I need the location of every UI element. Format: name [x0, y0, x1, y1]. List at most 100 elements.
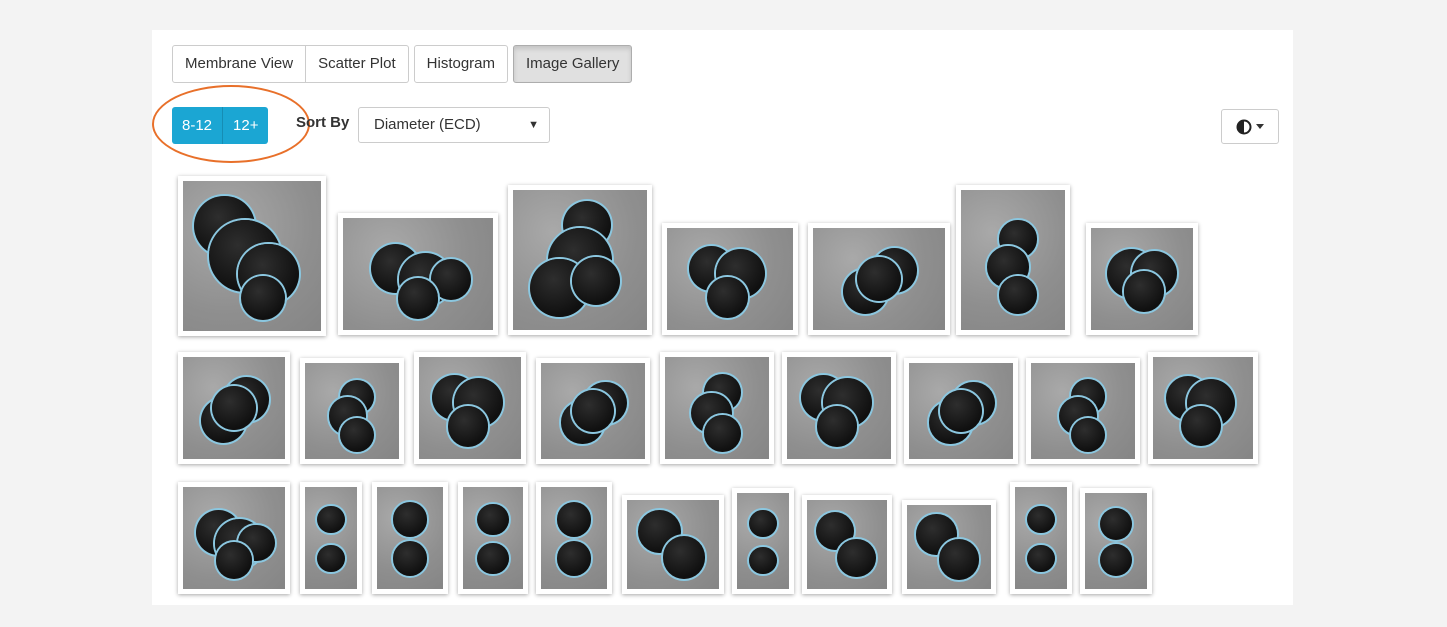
particle-blob [938, 539, 980, 580]
contrast-icon [1236, 119, 1252, 134]
particle-blob [477, 504, 509, 536]
particle-image [463, 487, 523, 589]
gallery-thumbnail[interactable] [338, 213, 498, 335]
caret-down-icon [1256, 124, 1264, 129]
particle-image [183, 357, 285, 459]
view-tab-group: Membrane View Scatter Plot [172, 45, 409, 83]
particle-image [737, 493, 789, 589]
size-filter-group: 8-12 12+ [172, 107, 269, 144]
gallery-thumbnail[interactable] [1010, 482, 1072, 594]
particle-image [907, 505, 991, 589]
particle-image [807, 500, 887, 589]
gallery-thumbnail[interactable] [178, 176, 326, 336]
particle-blob [749, 510, 777, 538]
gallery-thumbnail[interactable] [732, 488, 794, 594]
gallery-panel: Membrane View Scatter Plot Histogram Ima… [152, 30, 1293, 605]
gallery-thumbnail[interactable] [508, 185, 652, 335]
particle-blob [816, 405, 858, 447]
particle-image [419, 357, 521, 459]
gallery-thumbnail[interactable] [802, 495, 892, 594]
particle-blob [317, 544, 345, 572]
particle-blob [856, 256, 902, 302]
particle-blob [1099, 507, 1133, 540]
particle-image [377, 487, 443, 589]
particle-image [665, 357, 769, 459]
particle-image [305, 363, 399, 459]
particle-blob [662, 536, 706, 580]
particle-blob [749, 546, 777, 574]
particle-image [813, 228, 945, 330]
particle-image [1085, 493, 1147, 589]
gallery-thumbnail[interactable] [660, 352, 774, 464]
particle-blob [556, 502, 592, 537]
particle-image [513, 190, 647, 330]
gallery-thumbnail[interactable] [902, 500, 996, 594]
tab-image-gallery[interactable]: Image Gallery [513, 45, 633, 83]
tab-histogram[interactable]: Histogram [413, 45, 509, 83]
particle-blob [447, 405, 489, 447]
gallery-thumbnail[interactable] [178, 352, 290, 464]
particle-blob [1070, 417, 1106, 453]
gallery-thumbnail[interactable] [782, 352, 896, 464]
particle-image [1015, 487, 1067, 589]
gallery-thumbnail[interactable] [178, 482, 290, 594]
particle-blob [392, 502, 428, 537]
particle-image [961, 190, 1065, 330]
particle-image [1031, 363, 1135, 459]
particle-blob [215, 542, 253, 579]
particle-blob [1099, 544, 1133, 577]
particle-image [667, 228, 793, 330]
gallery-thumbnail[interactable] [1086, 223, 1198, 335]
particle-blob [571, 389, 615, 433]
particle-blob [837, 538, 876, 578]
gallery-thumbnail[interactable] [1026, 358, 1140, 464]
particle-blob [397, 278, 439, 319]
gallery-thumbnail[interactable] [1080, 488, 1152, 594]
gallery-thumbnail[interactable] [1148, 352, 1258, 464]
size-filter-12-plus[interactable]: 12+ [223, 107, 269, 144]
gallery-thumbnail[interactable] [904, 358, 1018, 464]
sort-by-select[interactable]: Diameter (ECD) ▼ [358, 107, 550, 143]
particle-image [305, 487, 357, 589]
particle-blob [240, 275, 286, 321]
particle-image [787, 357, 891, 459]
particle-image [1153, 357, 1253, 459]
particle-blob [703, 415, 741, 452]
tab-scatter-plot[interactable]: Scatter Plot [306, 45, 409, 83]
particle-image [343, 218, 493, 330]
dropdown-arrow-icon: ▼ [528, 119, 539, 131]
sort-by-value: Diameter (ECD) [374, 116, 481, 133]
particle-blob [339, 418, 374, 452]
gallery-thumbnail[interactable] [808, 223, 950, 335]
particle-blob [1123, 270, 1165, 312]
particle-image [1091, 228, 1193, 330]
contrast-button[interactable] [1221, 109, 1279, 144]
particle-blob [1027, 544, 1055, 572]
gallery-thumbnail[interactable] [300, 482, 362, 594]
gallery-thumbnail[interactable] [300, 358, 404, 464]
particle-blob [392, 541, 428, 576]
gallery-thumbnail[interactable] [662, 223, 798, 335]
gallery-thumbnail[interactable] [622, 495, 724, 594]
gallery-thumbnail[interactable] [536, 482, 612, 594]
gallery-thumbnail[interactable] [536, 358, 650, 464]
particle-blob [1181, 406, 1221, 447]
particle-image [541, 487, 607, 589]
particle-blob [999, 276, 1037, 314]
gallery-thumbnail[interactable] [414, 352, 526, 464]
particle-blob [707, 276, 748, 318]
size-filter-8-12[interactable]: 8-12 [172, 107, 224, 144]
gallery-thumbnail[interactable] [458, 482, 528, 594]
particle-blob [939, 389, 983, 433]
sort-by-label: Sort By [296, 114, 350, 131]
particle-blob [556, 541, 592, 576]
particle-image [627, 500, 719, 589]
gallery-thumbnail[interactable] [956, 185, 1070, 335]
particle-blob [571, 256, 621, 306]
particle-blob [477, 542, 509, 574]
view-tabs: Membrane View Scatter Plot Histogram Ima… [172, 45, 633, 83]
particle-blob [1027, 506, 1055, 534]
tab-membrane-view[interactable]: Membrane View [172, 45, 307, 83]
gallery-thumbnail[interactable] [372, 482, 448, 594]
particle-image [541, 363, 645, 459]
